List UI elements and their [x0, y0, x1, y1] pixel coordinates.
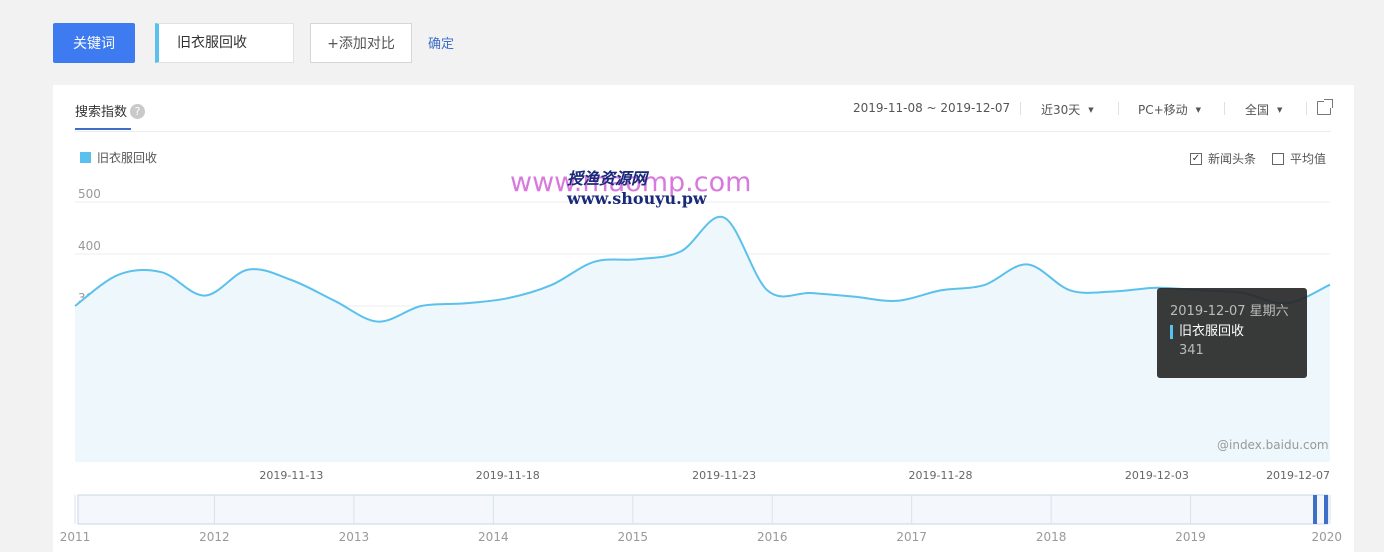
overview-year-label: 2011	[60, 530, 91, 544]
overview-handle	[1313, 495, 1317, 524]
x-tick-label: 2019-11-28	[909, 469, 973, 482]
x-tick-label: 2019-11-18	[476, 469, 540, 482]
overview-track	[77, 494, 1329, 525]
search-index-chart[interactable]: 1002003004005002019-11-132019-11-182019-…	[0, 0, 1384, 552]
overview-year-label: 2014	[478, 530, 509, 544]
tooltip-series: 旧衣服回收	[1170, 325, 1294, 339]
overview-handle	[1324, 495, 1328, 524]
overview-year-label: 2019	[1175, 530, 1206, 544]
x-tick-label: 2019-11-23	[692, 469, 756, 482]
y-tick-label: 400	[78, 239, 101, 253]
overview-year-label: 2016	[757, 530, 788, 544]
x-tick-label: 2019-12-03	[1125, 469, 1189, 482]
overview-year-label: 2012	[199, 530, 230, 544]
watermark-text: www.shouyu.pw	[567, 189, 707, 208]
overview-year-label: 2020	[1311, 530, 1342, 544]
overview-year-label: 2015	[618, 530, 649, 544]
x-tick-label: 2019-12-07	[1266, 469, 1330, 482]
overview-year-label: 2013	[339, 530, 370, 544]
overview-year-label: 2018	[1036, 530, 1067, 544]
watermark-text: 授渔资源网	[567, 169, 648, 188]
y-tick-label: 500	[78, 187, 101, 201]
overview-year-label: 2017	[896, 530, 927, 544]
tooltip-value: 341	[1179, 343, 1204, 358]
x-tick-label: 2019-11-13	[259, 469, 323, 482]
tooltip-date: 2019-12-07 星期六	[1170, 304, 1289, 319]
chart-tooltip: 2019-12-07 星期六 旧衣服回收 341	[1157, 288, 1307, 378]
